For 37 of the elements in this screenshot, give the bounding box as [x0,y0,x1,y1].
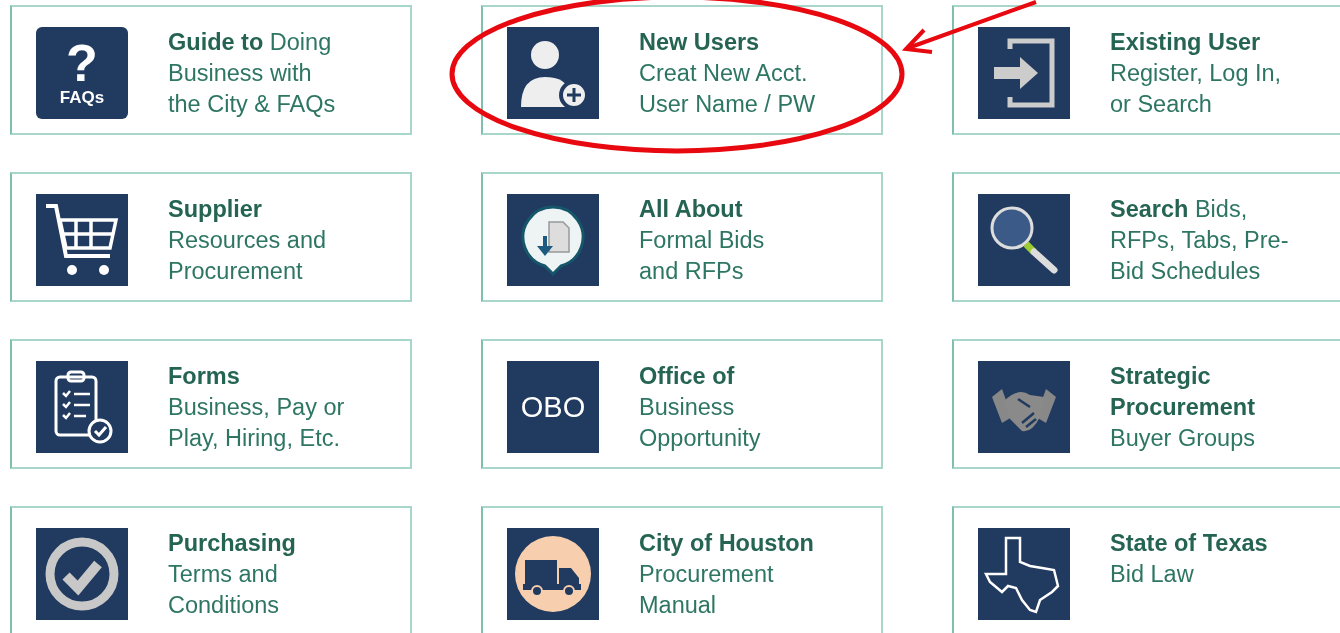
tile-text: Guide to Doing Business with the City & FAQs [168,28,336,119]
link-tile[interactable]: Purchasing Terms and Conditions [10,506,412,633]
link-tile[interactable]: Supplier Resources and Procurement [10,172,412,302]
texas-map-icon [978,528,1070,620]
truck-icon [507,528,599,620]
tile-text: Forms Business, Pay or Play, Hiring, Etc. [168,362,345,453]
question-mark: ? [66,38,98,88]
icon-label: FAQs [59,88,105,108]
handshake-icon [978,361,1070,453]
link-tile[interactable]: OBO Office of Business Opportunity [481,339,883,469]
icon-label: OBO [520,391,586,423]
link-tile[interactable]: New Users Creat New Acct. User Name / PW [481,5,883,135]
link-tile[interactable]: Strategic Procurement Buyer Groups [952,339,1340,469]
clipboard-icon [36,361,128,453]
tile-text: Existing User Register, Log In, or Search [1110,28,1282,119]
document-download-icon [507,194,599,286]
link-tile[interactable]: ? FAQs Guide to Doing Business with the City & FAQs [10,5,412,135]
link-tile[interactable]: Forms Business, Pay or Play, Hiring, Etc. [10,339,412,469]
link-tile[interactable]: All About Formal Bids and RFPs [481,172,883,302]
login-icon [978,27,1070,119]
tile-text: State of Texas Bid Law [1110,529,1268,589]
link-tile[interactable]: State of Texas Bid Law [952,506,1340,633]
user-add-icon [507,27,599,119]
tile-text: All About Formal Bids and RFPs [639,195,765,286]
link-tile[interactable]: Existing User Register, Log In, or Search [952,5,1340,135]
link-tile[interactable]: Search Bids, RFPs, Tabs, Pre- Bid Schedules [952,172,1340,302]
search-icon [978,194,1070,286]
tile-text: Supplier Resources and Procurement [168,195,327,286]
tile-text: New Users Creat New Acct. User Name / PW [639,28,816,119]
tile-text: Office of Business Opportunity [639,362,761,453]
checkmark-icon [36,528,128,620]
tile-text: Purchasing Terms and Conditions [168,529,296,620]
tile-text: City of Houston Procurement Manual [639,529,814,620]
tile-text: Search Bids, RFPs, Tabs, Pre- Bid Schedules [1110,195,1289,286]
tile-text: Strategic Procurement Buyer Groups [1110,362,1255,453]
link-tile[interactable]: City of Houston Procurement Manual [481,506,883,633]
cart-icon [36,194,128,286]
